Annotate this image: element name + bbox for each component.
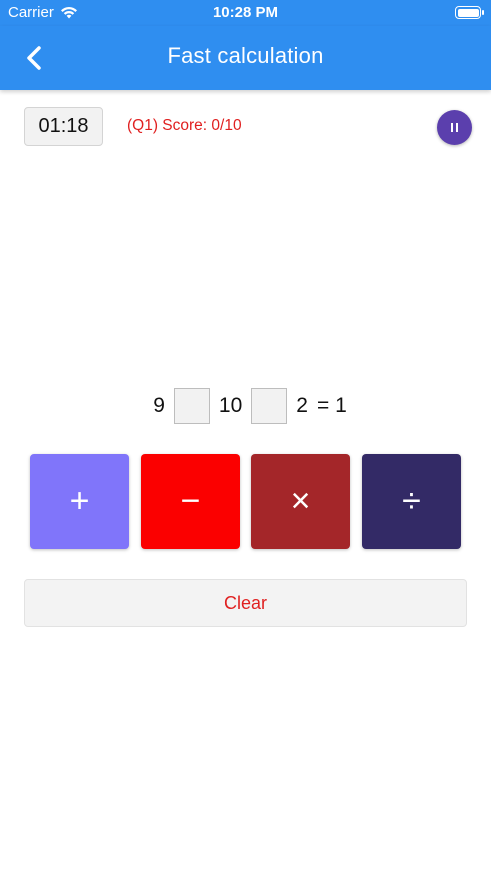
operator-buttons: + − × ÷ <box>30 454 461 549</box>
minus-label: − <box>180 482 201 520</box>
operand-c: 2 <box>296 394 308 417</box>
timer-display: 01:18 <box>24 107 103 146</box>
plus-label: + <box>69 482 90 520</box>
divide-button[interactable]: ÷ <box>362 454 461 549</box>
operator-slot-1[interactable] <box>173 388 210 424</box>
equation-result: = 1 <box>316 394 347 417</box>
score-label: (Q1) Score: 0/10 <box>127 117 242 134</box>
battery-icon <box>455 6 484 19</box>
nav-bar: Fast calculation <box>0 26 491 90</box>
page-title: Fast calculation <box>167 43 324 68</box>
status-time: 10:28 PM <box>212 4 279 21</box>
multiply-label: × <box>290 482 311 520</box>
equation: 9 10 2 = 1 <box>0 388 491 424</box>
multiply-button[interactable]: × <box>251 454 350 549</box>
clear-button[interactable]: Clear <box>24 579 467 627</box>
operator-slot-2[interactable] <box>251 388 288 424</box>
operand-b: 10 <box>218 394 243 417</box>
pause-icon <box>450 119 460 137</box>
clear-label: Clear <box>223 592 267 613</box>
operand-a: 9 <box>153 394 165 417</box>
plus-button[interactable]: + <box>30 454 129 549</box>
pause-button[interactable] <box>437 110 472 145</box>
divide-label: ÷ <box>402 482 421 520</box>
status-bar: Carrier 10:28 PM <box>0 0 491 26</box>
minus-button[interactable]: − <box>141 454 240 549</box>
